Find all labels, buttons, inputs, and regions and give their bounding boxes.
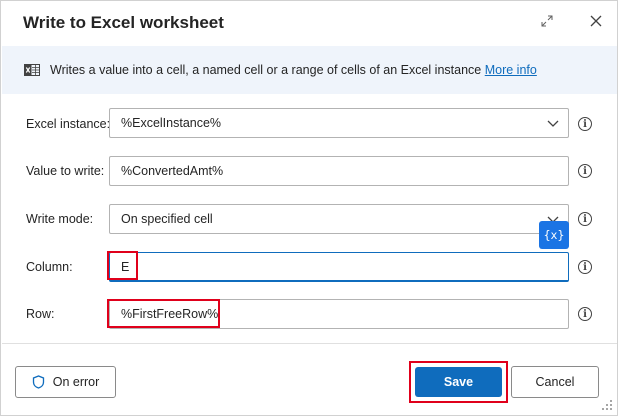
write-mode-dropdown[interactable]: On specified cell	[109, 204, 569, 234]
value-to-write-value: %ConvertedAmt%	[121, 164, 224, 178]
cancel-button[interactable]: Cancel	[511, 366, 599, 398]
info-icon[interactable]: i	[578, 260, 592, 274]
column-input[interactable]: E	[109, 252, 569, 282]
column-value: E	[121, 259, 130, 274]
excel-instance-dropdown[interactable]: %ExcelInstance%	[109, 108, 569, 138]
chevron-down-icon	[547, 120, 559, 127]
column-label: Column:	[26, 260, 73, 274]
dialog-title: Write to Excel worksheet	[23, 13, 224, 32]
info-bar: Writes a value into a cell, a named cell…	[2, 46, 617, 94]
shield-icon	[32, 375, 44, 389]
on-error-button[interactable]: On error	[15, 366, 116, 398]
resize-grip-icon[interactable]	[601, 399, 613, 411]
excel-instance-value: %ExcelInstance%	[121, 116, 222, 130]
info-icon[interactable]: i	[578, 164, 592, 178]
info-icon[interactable]: i	[578, 307, 592, 321]
insert-variable-button[interactable]: {x}	[539, 221, 569, 249]
row-input[interactable]: %FirstFreeRow%	[109, 299, 569, 329]
on-error-label: On error	[52, 375, 100, 389]
write-mode-label: Write mode:	[26, 212, 94, 226]
info-icon[interactable]: i	[578, 212, 592, 226]
info-text: Writes a value into a cell, a named cell…	[50, 63, 537, 77]
save-label: Save	[443, 375, 474, 389]
excel-icon	[24, 64, 40, 76]
cancel-label: Cancel	[535, 375, 575, 389]
footer-divider	[2, 343, 617, 344]
save-button[interactable]: Save	[415, 367, 502, 397]
info-icon[interactable]: i	[578, 117, 592, 131]
value-to-write-input[interactable]: %ConvertedAmt%	[109, 156, 569, 186]
write-mode-value: On specified cell	[121, 212, 213, 226]
more-info-link[interactable]: More info	[485, 63, 537, 77]
excel-instance-label: Excel instance:	[26, 117, 111, 131]
row-value: %FirstFreeRow%	[121, 307, 219, 321]
row-label: Row:	[26, 307, 55, 321]
expand-icon[interactable]	[537, 11, 557, 31]
close-icon[interactable]	[586, 11, 606, 31]
write-to-excel-dialog: Write to Excel worksheet Writes a value …	[0, 0, 618, 416]
value-to-write-label: Value to write:	[26, 164, 105, 178]
